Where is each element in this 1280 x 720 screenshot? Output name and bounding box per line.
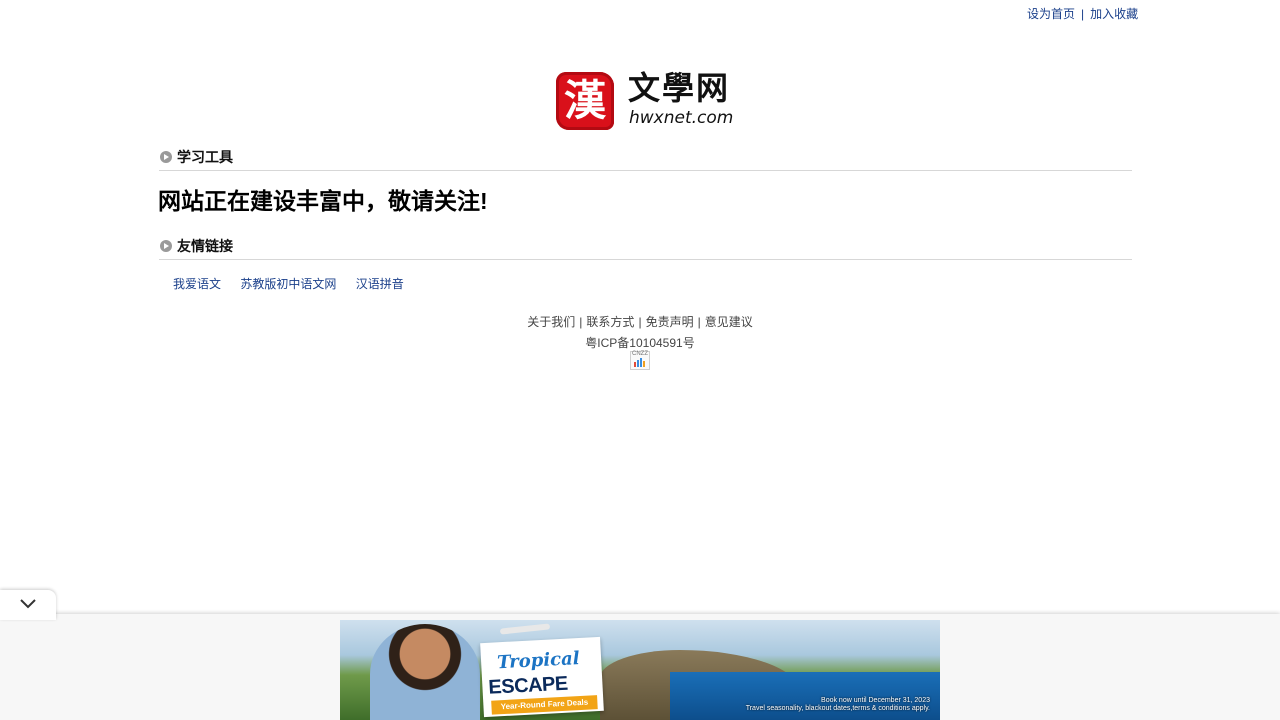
- friend-link-woaiyuwen[interactable]: 我爱语文: [173, 277, 221, 291]
- friend-links: 我爱语文 苏教版初中语文网 汉语拼音: [173, 276, 420, 292]
- footer-link-contact[interactable]: 联系方式: [586, 315, 634, 329]
- ad-card: Tropical ESCAPE Year-Round Fare Deals: [480, 636, 604, 718]
- friend-link-sujiaoban[interactable]: 苏教版初中语文网: [240, 277, 336, 291]
- cnzz-stats-icon[interactable]: CNZZ: [630, 351, 650, 370]
- section-header-tools: 学习工具: [159, 146, 1132, 171]
- top-links: 设为首页 | 加入收藏: [1027, 6, 1138, 22]
- construction-notice: 网站正在建设丰富中，敬请关注!: [158, 188, 488, 214]
- footer-links: 关于我们 | 联系方式 | 免责声明 | 意见建议: [0, 314, 1280, 330]
- cnzz-bar: [643, 361, 645, 367]
- footer-link-disclaimer[interactable]: 免责声明: [646, 315, 694, 329]
- airplane-icon: [499, 623, 551, 635]
- friend-link-pinyin[interactable]: 汉语拼音: [356, 277, 404, 291]
- arrow-right-icon: [160, 240, 172, 252]
- ad-note-2: Travel seasonality, blackout dates,terms…: [745, 705, 930, 712]
- site-logo[interactable]: 漢 文學网 hwxnet.com: [556, 69, 734, 132]
- cnzz-bar: [634, 362, 636, 367]
- cnzz-bar: [640, 358, 642, 367]
- set-homepage-link[interactable]: 设为首页: [1027, 7, 1075, 21]
- add-favorite-link[interactable]: 加入收藏: [1090, 7, 1138, 21]
- ad-headline-1: Tropical: [496, 648, 581, 674]
- ad-person-image: [370, 624, 480, 720]
- logo-seal-icon: 漢: [556, 72, 614, 130]
- arrow-right-icon: [160, 151, 172, 163]
- section-title-links: 友情链接: [177, 238, 233, 254]
- cnzz-label: CNZZ: [632, 351, 648, 357]
- footer-link-about[interactable]: 关于我们: [527, 315, 575, 329]
- footer-link-feedback[interactable]: 意见建议: [705, 315, 753, 329]
- logo-domain: hwxnet.com: [629, 108, 734, 128]
- footer-separator: |: [638, 315, 642, 329]
- footer-separator: |: [579, 315, 583, 329]
- top-links-separator: |: [1081, 7, 1085, 21]
- icp-link[interactable]: 粤ICP备10104591号: [585, 336, 694, 350]
- ad-collapse-button[interactable]: [0, 590, 56, 620]
- footer-separator: |: [697, 315, 701, 329]
- icp-record: 粤ICP备10104591号: [0, 335, 1280, 351]
- logo-seal-char: 漢: [563, 76, 606, 125]
- cnzz-bar: [637, 360, 639, 367]
- chevron-down-icon: [20, 599, 36, 609]
- section-header-links: 友情链接: [159, 235, 1132, 260]
- section-title-tools: 学习工具: [177, 149, 233, 165]
- ad-banner[interactable]: Tropical ESCAPE Year-Round Fare Deals Bo…: [340, 620, 940, 720]
- logo-name-cn: 文學网: [628, 69, 731, 107]
- ad-headline-2: ESCAPE: [487, 672, 569, 699]
